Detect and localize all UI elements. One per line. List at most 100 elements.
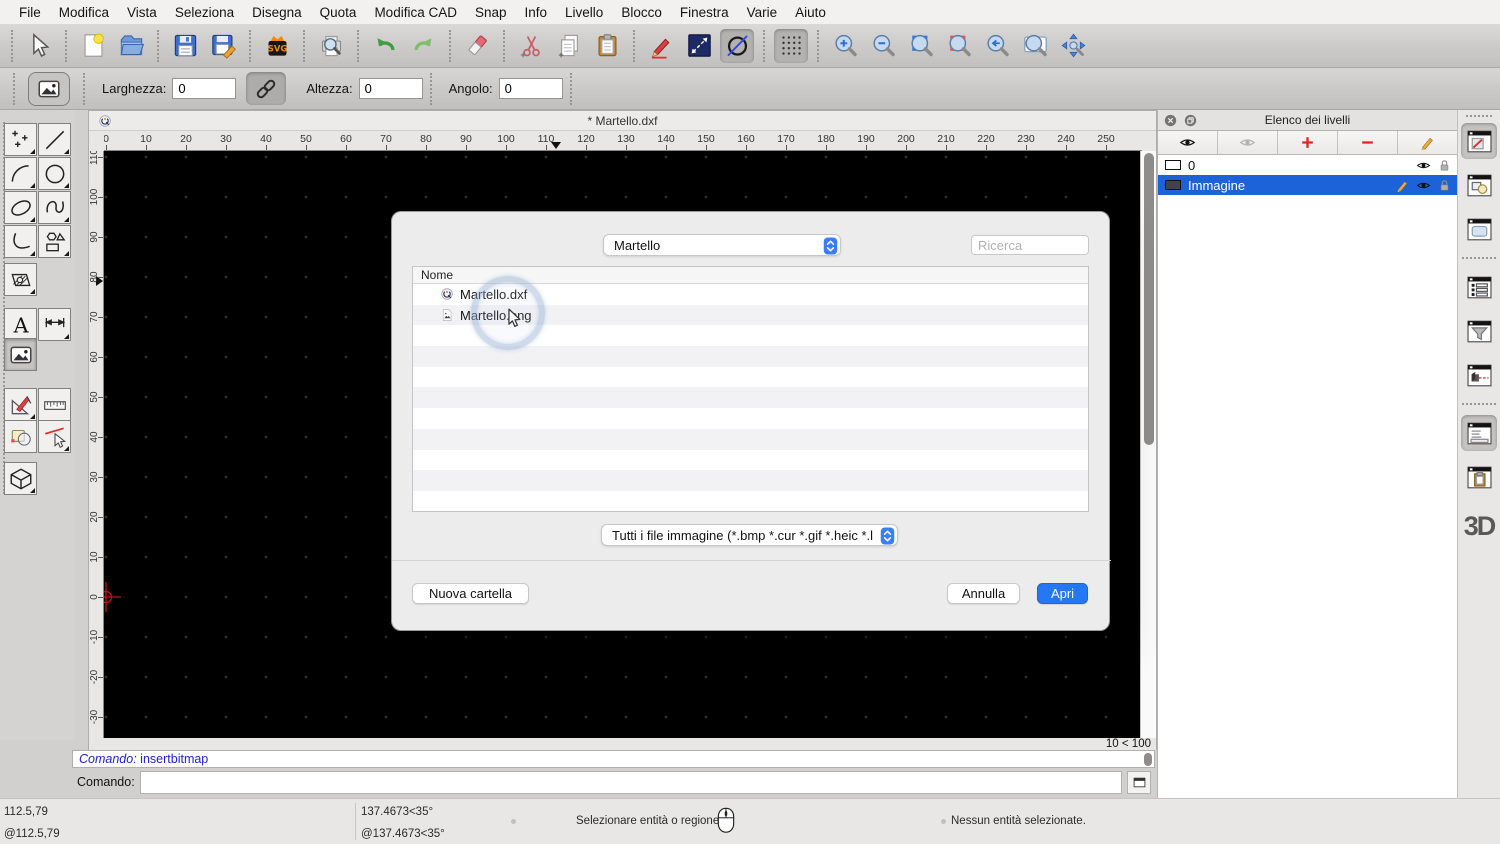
text-tool-button[interactable]: A [4, 308, 37, 341]
menu-seleziona[interactable]: Seleziona [166, 5, 243, 20]
select-tool-button[interactable] [38, 420, 71, 453]
copy-button[interactable] [552, 29, 586, 63]
menu-aiuto[interactable]: Aiuto [786, 5, 835, 20]
menu-modifica[interactable]: Modifica [50, 5, 118, 20]
layer-row-Immagine[interactable]: Immagine [1158, 175, 1457, 195]
hatch-tool-button[interactable] [4, 263, 37, 296]
command-line-dock-button[interactable] [1461, 415, 1497, 451]
distance-button[interactable] [682, 29, 716, 63]
zoom-out-button[interactable] [866, 29, 900, 63]
eraser-button[interactable] [460, 29, 494, 63]
menu-vista[interactable]: Vista [118, 5, 166, 20]
print-preview-button[interactable] [314, 29, 348, 63]
command-window-toggle-button[interactable] [1127, 771, 1151, 794]
zoom-auto-button[interactable] [904, 29, 938, 63]
zoom-selection-button[interactable] [942, 29, 976, 63]
pan-button[interactable] [1056, 29, 1090, 63]
ruler-label: 70 [371, 133, 401, 145]
ruler-tick [98, 157, 103, 158]
pencil-icon[interactable] [1395, 178, 1410, 193]
draw-pen-button[interactable] [644, 29, 678, 63]
cancel-button[interactable]: Annulla [947, 583, 1020, 604]
entity-list-dock-button[interactable] [1461, 269, 1497, 305]
lock-icon[interactable] [1437, 158, 1452, 173]
eye-icon[interactable] [1416, 158, 1431, 173]
zoom-in-button[interactable] [828, 29, 862, 63]
clipboard-dock-button[interactable] [1461, 459, 1497, 495]
menu-finestra[interactable]: Finestra [671, 5, 738, 20]
image-insert-tool-button[interactable] [4, 338, 37, 371]
new-file-button[interactable] [76, 29, 110, 63]
menu-disegna[interactable]: Disegna [243, 5, 311, 20]
file-row-empty [413, 408, 1088, 429]
zoom-window-button[interactable] [1018, 29, 1052, 63]
spline-tool-button[interactable] [38, 191, 71, 224]
redo-button[interactable] [406, 29, 440, 63]
plus-layer-button[interactable] [1278, 131, 1338, 154]
menu-varie[interactable]: Varie [738, 5, 787, 20]
svg-export-button[interactable]: SVG [260, 29, 294, 63]
layer-row-0[interactable]: 0 [1158, 155, 1457, 175]
filter-dropdown[interactable]: Tutti i file immagine (*.bmp *.cur *.gif… [601, 524, 898, 546]
open-button[interactable]: Apri [1037, 583, 1088, 604]
menu-file[interactable]: File [10, 5, 50, 20]
arc-tool-button[interactable] [4, 157, 37, 190]
eye-layer-button[interactable] [1158, 131, 1218, 154]
paste-button[interactable] [590, 29, 624, 63]
location-dropdown[interactable]: Martello [603, 234, 841, 256]
menu-quota[interactable]: Quota [311, 5, 366, 20]
float-panel-icon[interactable] [1184, 114, 1197, 127]
save-button[interactable] [168, 29, 202, 63]
scrollbar-thumb[interactable] [1144, 153, 1154, 445]
close-icon[interactable] [1164, 114, 1177, 127]
selection-filter-dock-button[interactable] [1461, 313, 1497, 349]
menu-info[interactable]: Info [516, 5, 557, 20]
cursor-button[interactable] [22, 29, 56, 63]
height-input[interactable] [359, 78, 423, 99]
dimension-tool-button[interactable] [38, 308, 71, 341]
image-tool-button[interactable] [28, 72, 70, 106]
ellipse-tool-button[interactable] [4, 191, 37, 224]
shapes-tool-button[interactable] [38, 225, 71, 258]
open-folder-button[interactable] [114, 29, 148, 63]
angle-input[interactable] [499, 78, 563, 99]
menu-blocco[interactable]: Blocco [612, 5, 671, 20]
pencil-layer-button[interactable] [1398, 131, 1457, 154]
ruler-label: 180 [811, 133, 841, 145]
link-dimensions-button[interactable] [246, 72, 286, 105]
menu-modifica-cad[interactable]: Modifica CAD [365, 5, 466, 20]
circle-tool-button[interactable] [38, 157, 71, 190]
eye-off-layer-button[interactable] [1218, 131, 1278, 154]
search-input[interactable] [971, 235, 1089, 255]
laser-pointer-dock-button[interactable] [1461, 357, 1497, 393]
document-title-bar[interactable]: * Martello.dxf [89, 111, 1156, 131]
layer-list-dock-button[interactable] [1461, 123, 1497, 159]
minus-layer-button[interactable] [1338, 131, 1398, 154]
menu-snap[interactable]: Snap [466, 5, 516, 20]
ellipse-line-button[interactable] [720, 29, 754, 63]
modify-tool-button[interactable] [4, 388, 37, 421]
eye-icon[interactable] [1416, 178, 1431, 193]
measure-tool-button[interactable] [38, 388, 71, 421]
new-folder-button[interactable]: Nuova cartella [412, 583, 529, 604]
undo-button[interactable] [368, 29, 402, 63]
zoom-previous-button[interactable] [980, 29, 1014, 63]
command-input[interactable] [140, 771, 1122, 794]
blocks-tool-button[interactable] [4, 420, 37, 453]
points-tool-button[interactable] [4, 123, 37, 156]
command-history[interactable]: Comando: insertbitmap [72, 750, 1155, 768]
line-tool-button[interactable] [38, 123, 71, 156]
lock-icon[interactable] [1437, 178, 1452, 193]
menu-livello[interactable]: Livello [556, 5, 612, 20]
block-list-dock-button[interactable] [1461, 167, 1497, 203]
box3d-tool-button[interactable] [4, 462, 37, 495]
width-input[interactable] [172, 78, 236, 99]
library-browser-dock-button[interactable] [1461, 211, 1497, 247]
polyline-tool-button[interactable] [4, 225, 37, 258]
dock-handle[interactable] [1466, 115, 1492, 117]
cut-button[interactable] [514, 29, 548, 63]
grid-button[interactable] [774, 29, 808, 63]
canvas-vertical-scrollbar[interactable] [1140, 151, 1156, 738]
command-history-scrollbar[interactable] [1144, 753, 1152, 766]
save-as-button[interactable] [206, 29, 240, 63]
